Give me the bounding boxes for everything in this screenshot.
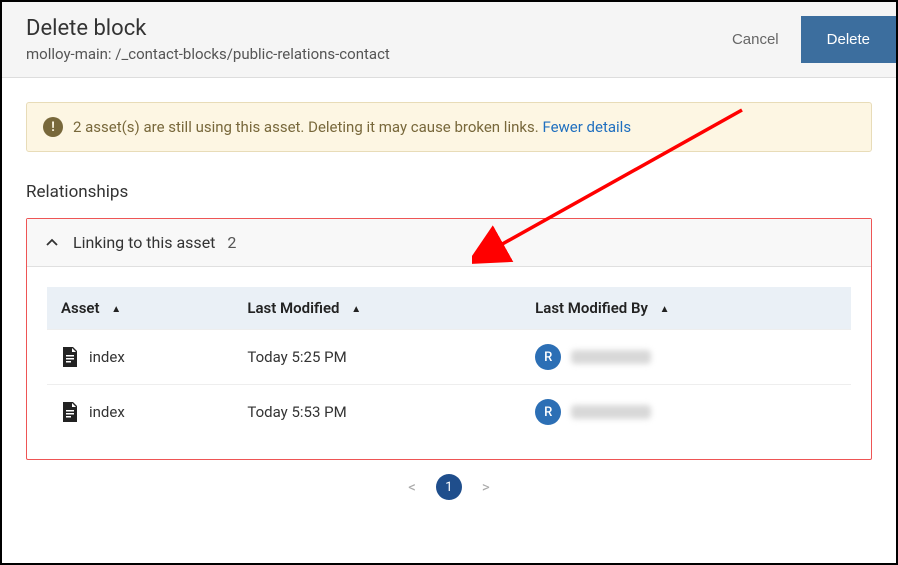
sort-arrow-icon: ▲ <box>351 304 361 315</box>
chevron-up-icon <box>45 236 59 250</box>
fewer-details-link[interactable]: Fewer details <box>542 118 631 136</box>
last-modified: Today 5:53 PM <box>233 385 521 440</box>
sort-arrow-icon: ▲ <box>111 304 121 315</box>
relationships-heading: Relationships <box>26 182 872 202</box>
panel-count: 2 <box>227 233 236 252</box>
table-row[interactable]: index Today 5:25 PM R <box>47 330 851 385</box>
linking-panel: Linking to this asset 2 Asset ▲ Last Mod… <box>26 218 872 460</box>
avatar: R <box>535 399 561 425</box>
asset-path: molloy-main: /_contact-blocks/public-rel… <box>26 45 710 63</box>
cancel-button[interactable]: Cancel <box>710 16 801 63</box>
sort-arrow-icon: ▲ <box>660 304 670 315</box>
prev-page-button[interactable]: < <box>408 478 416 496</box>
dialog-header: Delete block molloy-main: /_contact-bloc… <box>2 2 896 78</box>
last-modified: Today 5:25 PM <box>233 330 521 385</box>
user-name-redacted <box>571 405 651 419</box>
next-page-button[interactable]: > <box>482 478 490 496</box>
user-name-redacted <box>571 350 651 364</box>
page-1-button[interactable]: 1 <box>436 474 462 500</box>
dialog-title: Delete block <box>26 16 710 41</box>
avatar: R <box>535 344 561 370</box>
warning-banner: ! 2 asset(s) are still using this asset.… <box>26 102 872 152</box>
delete-button[interactable]: Delete <box>801 16 896 63</box>
page-icon <box>61 347 79 367</box>
asset-name: index <box>89 403 125 421</box>
warning-text: 2 asset(s) are still using this asset. D… <box>73 118 539 136</box>
warning-icon: ! <box>43 117 63 137</box>
page-icon <box>61 402 79 422</box>
panel-title: Linking to this asset <box>73 233 215 252</box>
linking-table: Asset ▲ Last Modified ▲ Last Modified By… <box>47 287 851 439</box>
pagination: < 1 > <box>26 474 872 500</box>
panel-toggle[interactable]: Linking to this asset 2 <box>27 219 871 267</box>
asset-name: index <box>89 348 125 366</box>
col-asset[interactable]: Asset ▲ <box>47 287 233 330</box>
col-last-modified-by[interactable]: Last Modified By ▲ <box>521 287 851 330</box>
table-row[interactable]: index Today 5:53 PM R <box>47 385 851 440</box>
col-last-modified[interactable]: Last Modified ▲ <box>233 287 521 330</box>
